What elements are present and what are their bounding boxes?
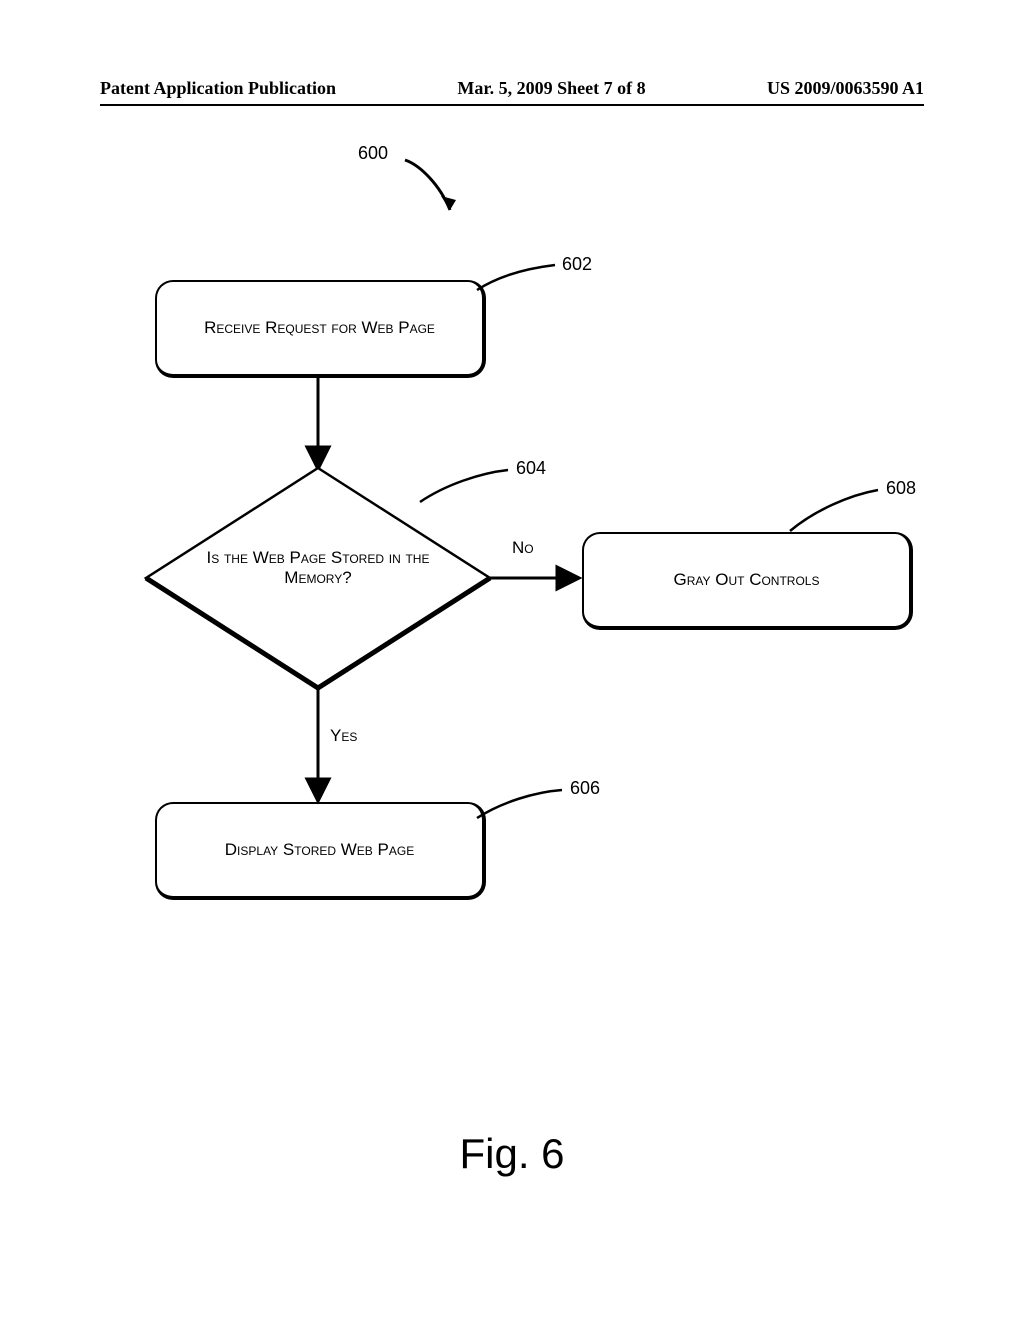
step-602: Receive Request for Web Page [155, 280, 486, 378]
decision-604: Is the Web Page Stored in the Memory? [198, 548, 438, 588]
ref-606-leader [477, 790, 562, 818]
step-608-text: Gray Out Controls [674, 570, 820, 590]
ref-604-leader [420, 470, 508, 502]
step-606: Display Stored Web Page [155, 802, 486, 900]
ref-600-leader [405, 160, 456, 210]
ref-602-leader [477, 265, 555, 290]
ref-602: 602 [562, 254, 592, 275]
ref-600: 600 [358, 143, 388, 164]
step-602-text: Receive Request for Web Page [204, 318, 435, 338]
ref-608-leader [790, 490, 878, 531]
figure-caption: Fig. 6 [0, 1130, 1024, 1178]
step-606-text: Display Stored Web Page [225, 840, 414, 860]
decision-604-text: Is the Web Page Stored in the Memory? [207, 548, 430, 587]
ref-606: 606 [570, 778, 600, 799]
step-608: Gray Out Controls [582, 532, 913, 630]
edge-label-no: No [512, 538, 534, 558]
ref-608: 608 [886, 478, 916, 499]
page: Patent Application Publication Mar. 5, 2… [0, 0, 1024, 1320]
ref-604: 604 [516, 458, 546, 479]
flowchart-canvas [0, 0, 1024, 1320]
edge-label-yes: Yes [330, 726, 357, 746]
